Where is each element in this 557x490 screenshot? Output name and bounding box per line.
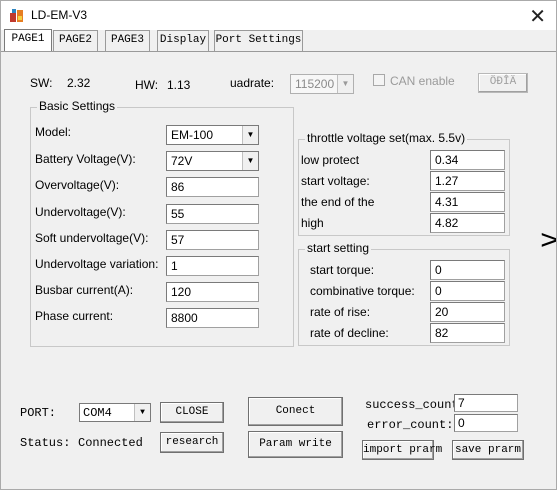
model-select[interactable]: EM-100 ▼ xyxy=(166,125,259,145)
combinative-torque-field[interactable]: 0 xyxy=(430,281,505,301)
success-count-label: success_count: xyxy=(365,398,466,412)
end-voltage-field[interactable]: 4.31 xyxy=(430,192,505,212)
port-label: PORT: xyxy=(20,406,57,420)
end-voltage-label: the end of the xyxy=(301,195,375,209)
high-voltage-field[interactable]: 4.82 xyxy=(430,213,505,233)
start-setting-title: start setting xyxy=(305,241,372,255)
tab-port-settings[interactable]: Port Settings xyxy=(214,30,303,51)
rate-of-rise-field[interactable]: 20 xyxy=(430,302,505,322)
chevron-down-icon: ▼ xyxy=(242,126,258,144)
sw-value: 2.32 xyxy=(67,76,91,90)
chevron-down-icon: ▼ xyxy=(337,75,353,93)
low-protect-label: low protect xyxy=(301,153,360,167)
battery-voltage-value: 72V xyxy=(171,154,193,168)
rate-of-decline-field[interactable]: 82 xyxy=(430,323,505,343)
sw-label: SW: xyxy=(30,76,53,90)
basic-settings-title: Basic Settings xyxy=(37,99,118,113)
tab-divider xyxy=(0,51,557,52)
start-torque-field[interactable]: 0 xyxy=(430,260,505,280)
overvoltage-label: Overvoltage(V): xyxy=(35,178,120,192)
tab-page1[interactable]: PAGE1 xyxy=(4,29,52,52)
can-enable-label: CAN enable xyxy=(390,74,455,88)
undervoltage-variation-field[interactable]: 1 xyxy=(166,256,259,276)
start-voltage-field[interactable]: 1.27 xyxy=(430,171,505,191)
close-port-button[interactable]: CLOSE xyxy=(160,402,224,423)
baudrate-select[interactable]: 115200 ▼ xyxy=(290,74,354,94)
start-voltage-label: start voltage: xyxy=(301,174,370,188)
hw-label: HW: xyxy=(135,78,159,92)
phase-current-field[interactable]: 8800 xyxy=(166,308,259,328)
tab-display[interactable]: Display xyxy=(157,30,209,51)
low-protect-field[interactable]: 0.34 xyxy=(430,150,505,170)
status-value: Connected xyxy=(78,436,143,450)
model-value: EM-100 xyxy=(171,128,214,142)
can-enable-checkbox[interactable] xyxy=(373,74,385,86)
undervoltage-label: Undervoltage(V): xyxy=(35,205,126,219)
baudrate-value: 115200 xyxy=(295,77,335,91)
quadrate-label: uadrate: xyxy=(230,76,275,90)
import-param-button[interactable]: import prarm xyxy=(362,440,442,460)
phase-current-label: Phase current: xyxy=(35,309,114,323)
save-param-button[interactable]: save prarm xyxy=(452,440,524,460)
param-write-button[interactable]: Param write xyxy=(248,431,343,458)
error-count-label: error_count: xyxy=(367,418,454,432)
battery-voltage-select[interactable]: 72V ▼ xyxy=(166,151,259,171)
combinative-torque-label: combinative torque: xyxy=(310,284,415,298)
error-count-field[interactable]: 0 xyxy=(454,414,518,432)
busbar-current-label: Busbar current(A): xyxy=(35,283,134,297)
model-label: Model: xyxy=(35,125,72,139)
app-icon xyxy=(10,9,23,22)
undervoltage-field[interactable]: 55 xyxy=(166,204,259,224)
window-title: LD-EM-V3 xyxy=(31,8,88,22)
soft-undervoltage-label: Soft undervoltage(V): xyxy=(35,231,149,245)
overvoltage-field[interactable]: 86 xyxy=(166,177,259,197)
battery-voltage-label: Battery Voltage(V): xyxy=(35,152,136,166)
tab-page3[interactable]: PAGE3 xyxy=(105,30,150,51)
chevron-down-icon: ▼ xyxy=(134,404,150,421)
next-page-icon[interactable]: > xyxy=(539,225,557,255)
rate-of-decline-label: rate of decline: xyxy=(310,326,389,340)
chevron-down-icon: ▼ xyxy=(242,152,258,170)
title-bar: LD-EM-V3 ✕ xyxy=(0,0,557,30)
port-select[interactable]: COM4 ▼ xyxy=(79,403,151,422)
conect-button[interactable]: Conect xyxy=(248,397,343,426)
soft-undervoltage-field[interactable]: 57 xyxy=(166,230,259,250)
hw-value: 1.13 xyxy=(167,78,191,92)
start-torque-label: start torque: xyxy=(310,263,375,277)
research-button[interactable]: research xyxy=(160,432,224,453)
busbar-current-field[interactable]: 120 xyxy=(166,282,259,302)
close-window-icon[interactable]: ✕ xyxy=(529,4,546,28)
high-voltage-label: high xyxy=(301,216,324,230)
language-button[interactable]: ÖÐÎÄ xyxy=(478,73,528,93)
tab-page2[interactable]: PAGE2 xyxy=(53,30,98,51)
throttle-voltage-title: throttle voltage set(max. 5.5v) xyxy=(305,131,468,145)
success-count-field[interactable]: 7 xyxy=(454,394,518,412)
port-value: COM4 xyxy=(83,406,112,420)
status-label: Status: xyxy=(20,436,71,450)
rate-of-rise-label: rate of rise: xyxy=(310,305,371,319)
undervoltage-variation-label: Undervoltage variation: xyxy=(35,257,159,271)
